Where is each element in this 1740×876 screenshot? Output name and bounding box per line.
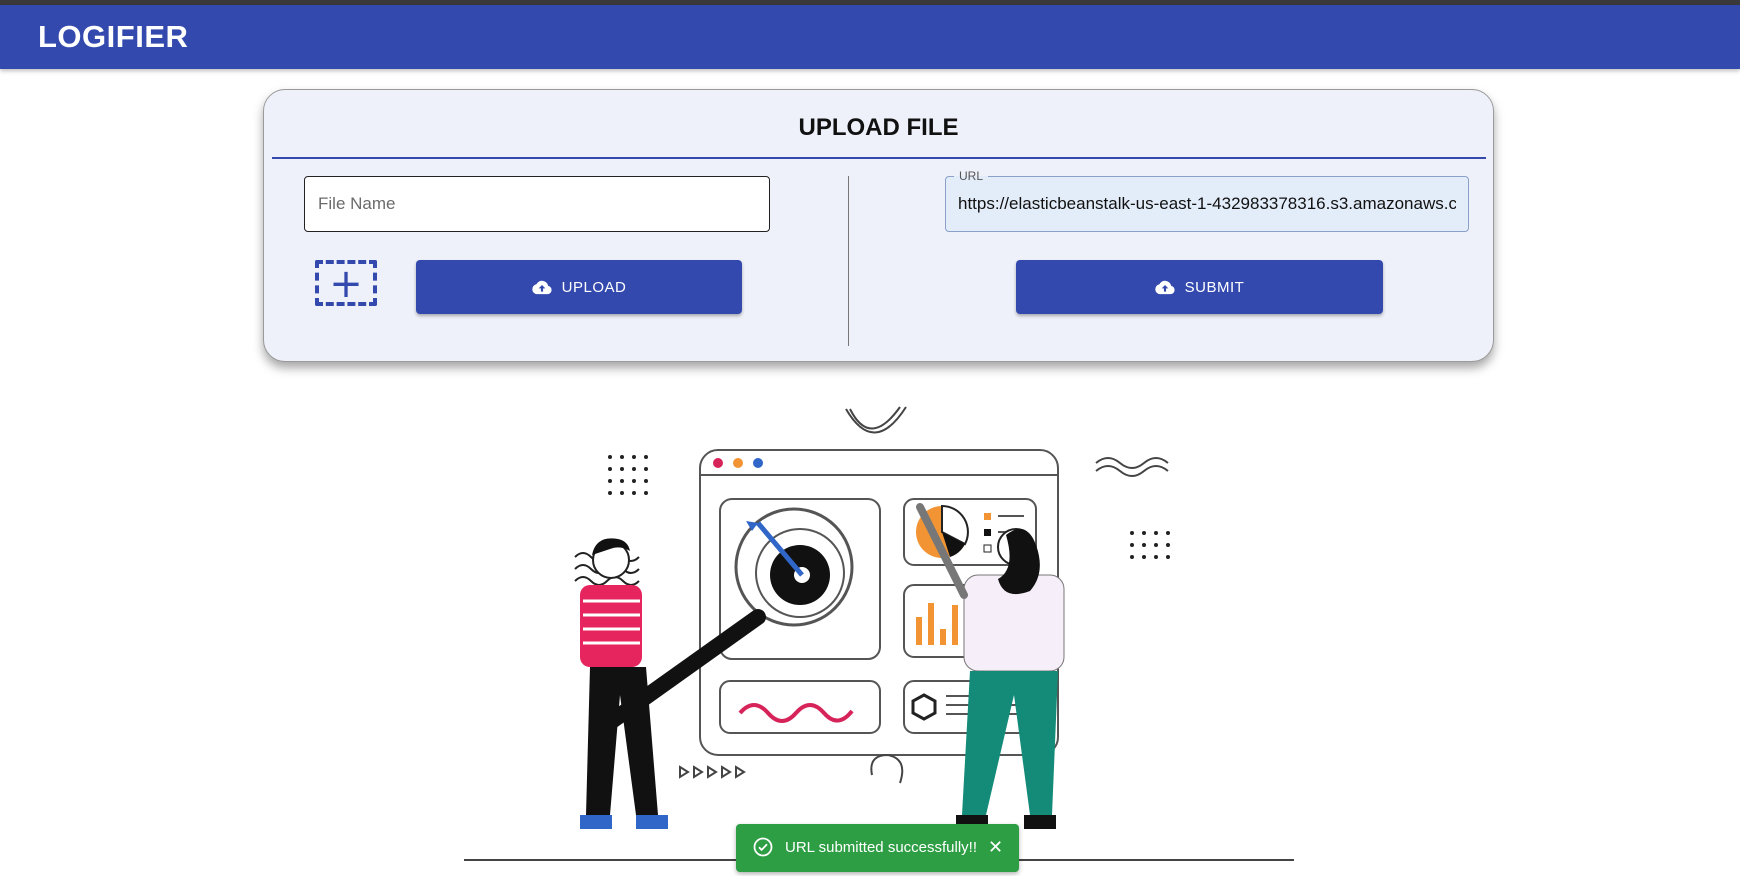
plus-icon: + — [329, 261, 363, 307]
data-analysis-illustration — [464, 406, 1294, 861]
upload-card: UPLOAD FILE + UPLOAD URL SUBMIT — [263, 89, 1494, 362]
cloud-upload-icon — [531, 280, 552, 294]
app-bar: LOGIFIER — [0, 5, 1740, 69]
submit-button-label: SUBMIT — [1184, 278, 1245, 296]
check-circle-icon — [753, 837, 773, 857]
file-name-input[interactable] — [304, 176, 770, 232]
vertical-divider — [848, 176, 849, 346]
card-title: UPLOAD FILE — [798, 114, 959, 141]
url-input[interactable] — [946, 177, 1468, 231]
close-icon[interactable]: ✕ — [988, 838, 1003, 856]
app-title: LOGIFIER — [38, 19, 189, 54]
dashed-add-box-icon[interactable]: + — [315, 260, 377, 307]
url-field[interactable]: URL — [945, 169, 1469, 232]
success-toast: URL submitted successfully!! ✕ — [736, 824, 1019, 872]
toast-message: URL submitted successfully!! — [785, 839, 978, 856]
submit-button[interactable]: SUBMIT — [1016, 260, 1383, 314]
card-title-divider — [272, 157, 1486, 159]
upload-button[interactable]: UPLOAD — [416, 260, 742, 314]
cloud-upload-icon — [1154, 280, 1175, 294]
upload-button-label: UPLOAD — [561, 278, 627, 296]
